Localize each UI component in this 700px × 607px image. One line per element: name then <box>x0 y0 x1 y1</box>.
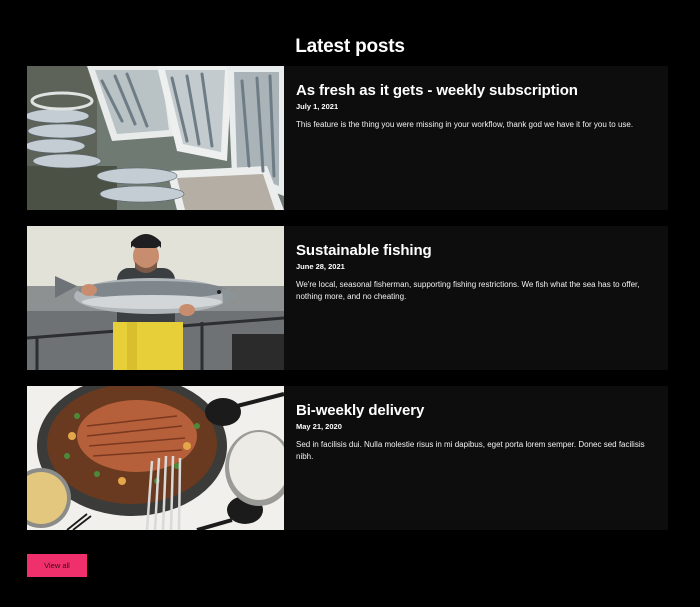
post-image-grilled-fish-dish[interactable] <box>27 386 284 530</box>
post-excerpt: We're local, seasonal fisherman, support… <box>296 280 640 301</box>
post-title[interactable]: Sustainable fishing <box>296 242 656 260</box>
post-card[interactable]: Bi-weekly delivery May 21, 2020 Sed in f… <box>27 386 668 530</box>
post-excerpt: This feature is the thing you were missi… <box>296 120 634 129</box>
post-card[interactable]: As fresh as it gets - weekly subscriptio… <box>27 66 668 210</box>
post-date: June 28, 2021 <box>296 262 345 271</box>
post-image-fish-crates[interactable] <box>27 66 284 210</box>
post-image-fisherman[interactable] <box>27 226 284 370</box>
post-title[interactable]: As fresh as it gets - weekly subscriptio… <box>296 82 656 100</box>
post-date: May 21, 2020 <box>296 422 342 431</box>
post-card[interactable]: Sustainable fishing June 28, 2021 We're … <box>27 226 668 370</box>
post-title[interactable]: Bi-weekly delivery <box>296 402 656 420</box>
view-all-button[interactable]: View all <box>27 554 87 577</box>
post-date: July 1, 2021 <box>296 102 339 111</box>
section-heading: Latest posts <box>295 35 405 57</box>
post-excerpt: Sed in facilisis dui. Nulla molestie ris… <box>296 440 645 461</box>
